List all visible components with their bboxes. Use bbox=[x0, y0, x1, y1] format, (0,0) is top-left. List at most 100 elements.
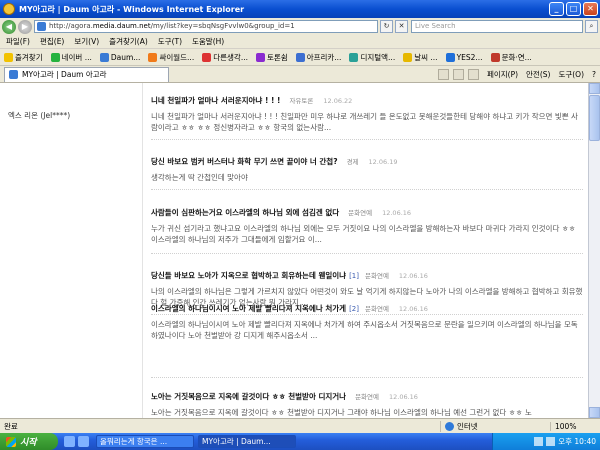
search-go-icon[interactable]: ⌕ bbox=[585, 20, 598, 33]
page-icon bbox=[445, 52, 455, 62]
page-icon bbox=[295, 52, 305, 62]
link-label: 문화·연... bbox=[501, 52, 532, 62]
scroll-up-icon[interactable] bbox=[589, 83, 600, 94]
link-label: 싸이월드... bbox=[159, 52, 195, 62]
link-debate[interactable]: 토론쉼 bbox=[255, 52, 288, 63]
menu-view[interactable]: 보기(V) bbox=[74, 36, 99, 47]
search-input[interactable]: Live Search bbox=[411, 20, 583, 33]
post-title[interactable]: 사람들이 심판하는거요 이스라엘의 하나님 외에 섬김겐 없다 bbox=[151, 207, 339, 218]
reply-count[interactable]: [1] bbox=[349, 272, 359, 280]
help-menu[interactable]: ? bbox=[592, 70, 596, 79]
post-board[interactable]: 문화연예 bbox=[365, 303, 389, 313]
safety-menu[interactable]: 안전(S) bbox=[526, 69, 550, 80]
link-label: 네이버 ... bbox=[61, 52, 92, 62]
post-item: 니네 천일파가 얼마나 서러운지아냐 ! ! ! 자유토론 12.06.22 니네 … bbox=[151, 95, 583, 133]
link-afreeca[interactable]: 아프리카... bbox=[295, 52, 342, 63]
minimize-button[interactable]: _ bbox=[549, 2, 564, 16]
post-title[interactable]: 노아는 거짓복음으로 지옥에 갈것이다 ㅎㅎ 천벌받아 디지거나 bbox=[151, 391, 346, 402]
menu-tools[interactable]: 도구(T) bbox=[158, 36, 182, 47]
tray-icon[interactable] bbox=[534, 437, 544, 446]
favorites-bar: 즐겨찾기 네이버 ... Daum... 싸이월드... 다른생각... 토론쉼… bbox=[0, 49, 600, 66]
taskbar-window[interactable]: 올뭐리는게 항국은 ... bbox=[96, 435, 194, 448]
favorites-label: 즐겨찾기 bbox=[15, 52, 43, 62]
link-other-thought[interactable]: 다른생각... bbox=[202, 52, 248, 63]
status-text: 완료 bbox=[4, 421, 18, 431]
post-board[interactable]: 자유토론 bbox=[289, 95, 313, 105]
link-culture[interactable]: 문화·연... bbox=[490, 52, 532, 63]
scroll-thumb[interactable] bbox=[589, 95, 600, 141]
favorites-button[interactable]: 즐겨찾기 bbox=[4, 52, 43, 63]
stop-button[interactable]: ✕ bbox=[395, 20, 408, 33]
link-digital[interactable]: 디지털액... bbox=[349, 52, 395, 63]
tab-bar: MY아고라 | Daum 아고라 페이지(P) 안전(S) 도구(O) ? bbox=[0, 66, 600, 83]
refresh-button[interactable]: ↻ bbox=[380, 20, 393, 33]
menu-help[interactable]: 도움말(H) bbox=[192, 36, 224, 47]
post-board[interactable]: 문화연예 bbox=[348, 207, 372, 217]
address-bar: ◀ ▶ http://agora.media.daum.net/my/list?… bbox=[0, 18, 600, 35]
page-icon bbox=[202, 52, 212, 62]
vertical-scrollbar[interactable] bbox=[588, 83, 600, 418]
url-field[interactable]: http://agora.media.daum.net/my/list?key=… bbox=[34, 20, 378, 33]
post-title[interactable]: 니네 천일파가 얼마나 서러운지아냐 ! ! ! bbox=[151, 95, 280, 106]
post-board[interactable]: 경제 bbox=[347, 156, 359, 166]
post-board[interactable]: 문화연예 bbox=[355, 391, 379, 401]
post-title[interactable]: 당신 바보요 범커 버스터나 화학 무기 쓰면 끝이야 너 간첩? bbox=[151, 156, 338, 167]
post-excerpt[interactable]: 이스라엘의 하나님이시여 노아 제발 빨리다져 지옥에나 처가게 하여 주시옵소… bbox=[151, 319, 583, 341]
feeds-icon[interactable] bbox=[452, 68, 464, 80]
post-item: 사람들이 심판하는거요 이스라엘의 하나님 외에 섬김겐 없다 문화연예 12.06… bbox=[151, 207, 583, 245]
post-board[interactable]: 문화연예 bbox=[365, 270, 389, 280]
reply-count[interactable]: [2] bbox=[349, 305, 359, 313]
link-yes24[interactable]: YES2... bbox=[445, 52, 483, 62]
url-host: media.daum.net bbox=[92, 22, 151, 30]
back-button[interactable]: ◀ bbox=[2, 19, 16, 34]
link-label: 아프리카... bbox=[306, 52, 342, 62]
post-date: 12.06.16 bbox=[398, 305, 428, 313]
start-button[interactable]: 시작 bbox=[0, 433, 58, 450]
post-title[interactable]: 이스라엘의 하나님이시여 노아 제발 빨리다져 지옥에나 처가게 bbox=[151, 303, 346, 314]
link-daum[interactable]: Daum... bbox=[99, 52, 140, 62]
security-zone[interactable]: 인터넷 bbox=[440, 420, 550, 432]
ie-quicklaunch-icon[interactable] bbox=[78, 436, 89, 447]
page-content: 엑스 리온 (Jel****) 니네 천일파가 얼마나 서러운지아냐 ! ! !… bbox=[0, 83, 588, 418]
link-label: YES2... bbox=[456, 52, 483, 62]
tab-myagora[interactable]: MY아고라 | Daum 아고라 bbox=[4, 66, 169, 82]
post-excerpt[interactable]: 니네 천일파가 얼마나 서러운지아냐 ! ! ! 친일파만 미우 하냐로 개쓰레… bbox=[151, 111, 583, 133]
home-icon[interactable] bbox=[437, 68, 449, 80]
menu-file[interactable]: 파일(F) bbox=[6, 36, 30, 47]
link-cyworld[interactable]: 싸이월드... bbox=[148, 52, 194, 63]
title-bar: MY아고라 | Daum 아고라 - Windows Internet Expl… bbox=[0, 0, 600, 18]
menu-edit[interactable]: 편집(E) bbox=[40, 36, 64, 47]
link-label: 다른생각... bbox=[213, 52, 248, 62]
profile-username: 엑스 리온 (Jel****) bbox=[8, 111, 71, 120]
desktop-icon[interactable] bbox=[64, 436, 75, 447]
post-title[interactable]: 당신들 바보요 노아가 지옥으로 협박하고 회유하는데 웬일이냐 bbox=[151, 270, 346, 281]
link-naver[interactable]: 네이버 ... bbox=[50, 52, 92, 63]
post-excerpt[interactable]: 노아는 거짓복음으로 지옥에 갈것이다 ㅎㅎ 천벌받아 디지거나 그래야 하나님… bbox=[151, 407, 583, 418]
cyworld-icon bbox=[148, 52, 158, 62]
url-prefix: http://agora. bbox=[49, 22, 93, 30]
status-bar: 완료 인터넷 100% bbox=[0, 418, 600, 433]
system-tray: 오후 10:40 bbox=[492, 433, 600, 450]
post-item: 노아는 거짓복음으로 지옥에 갈것이다 ㅎㅎ 천벌받아 디지거나 문화연예 12.0… bbox=[151, 391, 583, 418]
taskbar-window-active[interactable]: MY아고라 | Daum... bbox=[198, 435, 296, 448]
page-menu[interactable]: 페이지(P) bbox=[487, 69, 518, 80]
tray-icon[interactable] bbox=[546, 437, 556, 446]
post-date: 12.06.16 bbox=[398, 272, 428, 280]
link-weather[interactable]: 날씨 ... bbox=[403, 52, 438, 63]
daum-icon bbox=[99, 52, 109, 62]
forward-button[interactable]: ▶ bbox=[18, 19, 32, 34]
zoom-level[interactable]: 100% bbox=[550, 421, 600, 431]
print-icon[interactable] bbox=[467, 68, 479, 80]
menu-favorites[interactable]: 즐겨찾기(A) bbox=[109, 36, 148, 47]
window-title: MY아고라 | Daum 아고라 - Windows Internet Expl… bbox=[19, 4, 245, 14]
link-label: 날씨 ... bbox=[414, 52, 438, 62]
maximize-button[interactable]: □ bbox=[566, 2, 581, 16]
clock: 오후 10:40 bbox=[558, 437, 596, 446]
close-button[interactable]: ✕ bbox=[583, 2, 598, 16]
tools-menu[interactable]: 도구(O) bbox=[558, 69, 584, 80]
scroll-down-icon[interactable] bbox=[589, 407, 600, 418]
post-item: 당신 바보요 범커 버스터나 화학 무기 쓰면 끝이야 너 간첩? 경제 12.06… bbox=[151, 156, 583, 183]
menu-bar: 파일(F) 편집(E) 보기(V) 즐겨찾기(A) 도구(T) 도움말(H) bbox=[0, 35, 600, 49]
post-excerpt[interactable]: 누가 귀신 섬기라고 했냐고요 이스라엘의 하나님 외에는 모두 거짓이요 나의… bbox=[151, 223, 583, 245]
post-excerpt[interactable]: 생각하는게 딱 간첩인데 맞아야 bbox=[151, 172, 583, 183]
